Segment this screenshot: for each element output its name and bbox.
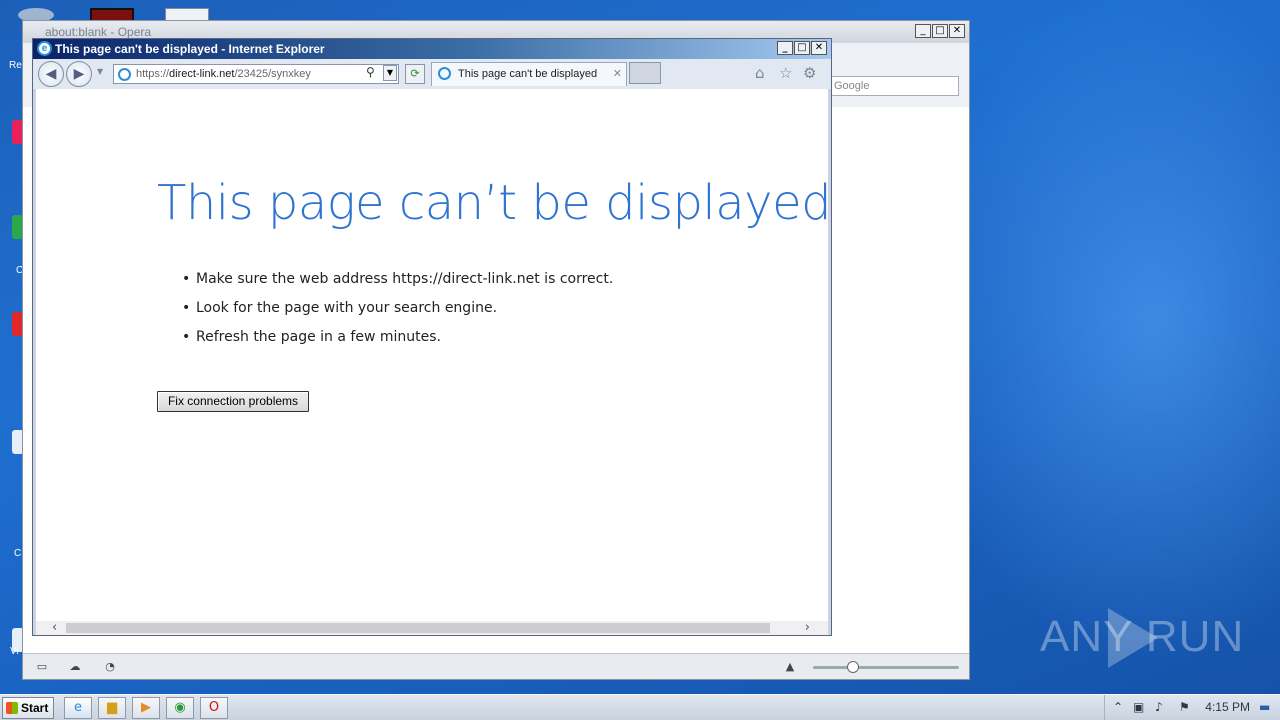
chrome-icon[interactable]: ◉ bbox=[166, 697, 194, 719]
list-item: • Look for the page with your search engi… bbox=[182, 300, 498, 316]
address-host: direct-link.net bbox=[169, 68, 235, 80]
list-item: • Refresh the page in a few minutes. bbox=[182, 329, 441, 345]
history-dropdown-icon[interactable]: ▼ bbox=[97, 67, 103, 76]
system-tray: ⌃ ▣ ♪ ⚑ 4:15 PM ▬ bbox=[1104, 695, 1280, 720]
maximize-button[interactable]: □ bbox=[932, 24, 948, 38]
refresh-icon[interactable]: ⟳ bbox=[405, 64, 425, 84]
tab-title: This page can't be displayed bbox=[458, 68, 598, 80]
opera-icon[interactable]: O bbox=[200, 697, 228, 719]
show-desktop-icon[interactable]: ▬ bbox=[1259, 700, 1270, 714]
folder-icon[interactable]: ▆ bbox=[98, 697, 126, 719]
page-title: This page can’t be displayed bbox=[157, 175, 832, 231]
ie-window[interactable]: e This page can't be displayed - Interne… bbox=[32, 38, 832, 636]
home-icon[interactable]: ⌂ bbox=[755, 64, 765, 82]
opera-search-input[interactable]: Google bbox=[829, 76, 959, 96]
forward-button[interactable]: ▶ bbox=[66, 61, 92, 87]
suggestions-list: • Make sure the web address https://direc… bbox=[182, 271, 614, 358]
cloud-icon[interactable]: ☁ bbox=[68, 661, 82, 673]
zoom-slider-knob[interactable] bbox=[847, 661, 859, 673]
speed-dial-icon[interactable]: ◔ bbox=[103, 661, 117, 673]
settings-gear-icon[interactable]: ⚙ bbox=[803, 64, 816, 82]
scroll-left-icon[interactable]: ‹ bbox=[52, 621, 57, 635]
favorites-star-icon[interactable]: ☆ bbox=[779, 64, 792, 82]
opera-status-bar: ▭ ☁ ◔ ▲ bbox=[23, 653, 969, 679]
start-button[interactable]: Start bbox=[2, 697, 54, 719]
close-button[interactable]: ✕ bbox=[811, 41, 827, 55]
desktop-label: Re bbox=[9, 60, 22, 71]
ie-title-bar[interactable]: e This page can't be displayed - Interne… bbox=[33, 39, 831, 59]
ie-page-content: This page can’t be displayed • Make sure … bbox=[36, 89, 832, 621]
ie-title: This page can't be displayed - Internet … bbox=[55, 42, 325, 56]
ie-icon[interactable]: e bbox=[64, 697, 92, 719]
tab-active[interactable]: This page can't be displayed ✕ bbox=[431, 62, 627, 86]
ie-logo-icon: e bbox=[37, 41, 52, 56]
tab-ie-icon bbox=[438, 67, 451, 80]
opera-window-controls: _ □ ✕ bbox=[915, 24, 965, 38]
scrollbar-thumb[interactable] bbox=[66, 623, 770, 633]
new-tab-button[interactable] bbox=[629, 62, 661, 84]
ie-page-icon bbox=[118, 68, 131, 81]
address-path: /23425/synxkey bbox=[234, 68, 311, 80]
taskbar: Start e ▆ ▶ ◉ O ⌃ ▣ ♪ ⚑ 4:15 PM ▬ bbox=[0, 694, 1280, 720]
desktop-label: C bbox=[14, 548, 22, 559]
opera-title: about:blank - Opera bbox=[45, 25, 152, 39]
list-item: • Make sure the web address https://direc… bbox=[182, 271, 614, 287]
scroll-right-icon[interactable]: › bbox=[805, 621, 810, 635]
address-dropdown-icon[interactable]: ▼ bbox=[383, 65, 397, 81]
clock[interactable]: 4:15 PM bbox=[1205, 700, 1250, 714]
address-scheme: https:// bbox=[136, 68, 170, 80]
back-button[interactable]: ◀ bbox=[38, 61, 64, 87]
maximize-button[interactable]: □ bbox=[794, 41, 810, 55]
start-label: Start bbox=[21, 701, 49, 715]
tray-expand-icon[interactable]: ⌃ bbox=[1113, 700, 1123, 714]
desktop-label: Vi bbox=[10, 646, 19, 657]
windows-logo-icon bbox=[6, 702, 18, 714]
zoom-slider[interactable] bbox=[813, 666, 959, 669]
watermark: ANY RUN bbox=[1040, 612, 1245, 661]
action-center-flag-icon[interactable]: ⚑ bbox=[1179, 700, 1190, 714]
tab-close-icon[interactable]: ✕ bbox=[613, 67, 622, 80]
minimize-button[interactable]: _ bbox=[777, 41, 793, 55]
media-player-icon[interactable]: ▶ bbox=[132, 697, 160, 719]
ie-navigation-bar: ◀ ▶ ▼ https://direct-link.net/23425/synx… bbox=[33, 59, 831, 89]
suggestion-text: Refresh the page in a few minutes. bbox=[196, 329, 441, 345]
network-icon[interactable]: ▣ bbox=[1133, 700, 1144, 714]
suggestion-text: Make sure the web address https://direct… bbox=[196, 271, 614, 287]
minimize-button[interactable]: _ bbox=[915, 24, 931, 38]
search-icon[interactable]: ⚲ bbox=[366, 65, 375, 79]
volume-icon[interactable]: ♪ bbox=[1155, 700, 1163, 714]
panel-icon[interactable]: ▭ bbox=[35, 661, 49, 673]
address-bar-input[interactable]: https://direct-link.net/23425/synxkey bbox=[113, 64, 399, 84]
ie-window-controls: _ □ ✕ bbox=[777, 41, 827, 55]
horizontal-scrollbar[interactable]: ‹ › bbox=[36, 621, 828, 635]
suggestion-text: Look for the page with your search engin… bbox=[196, 300, 498, 316]
up-arrow-icon[interactable]: ▲ bbox=[783, 661, 797, 673]
fix-connection-button[interactable]: Fix connection problems bbox=[157, 391, 309, 412]
close-button[interactable]: ✕ bbox=[949, 24, 965, 38]
